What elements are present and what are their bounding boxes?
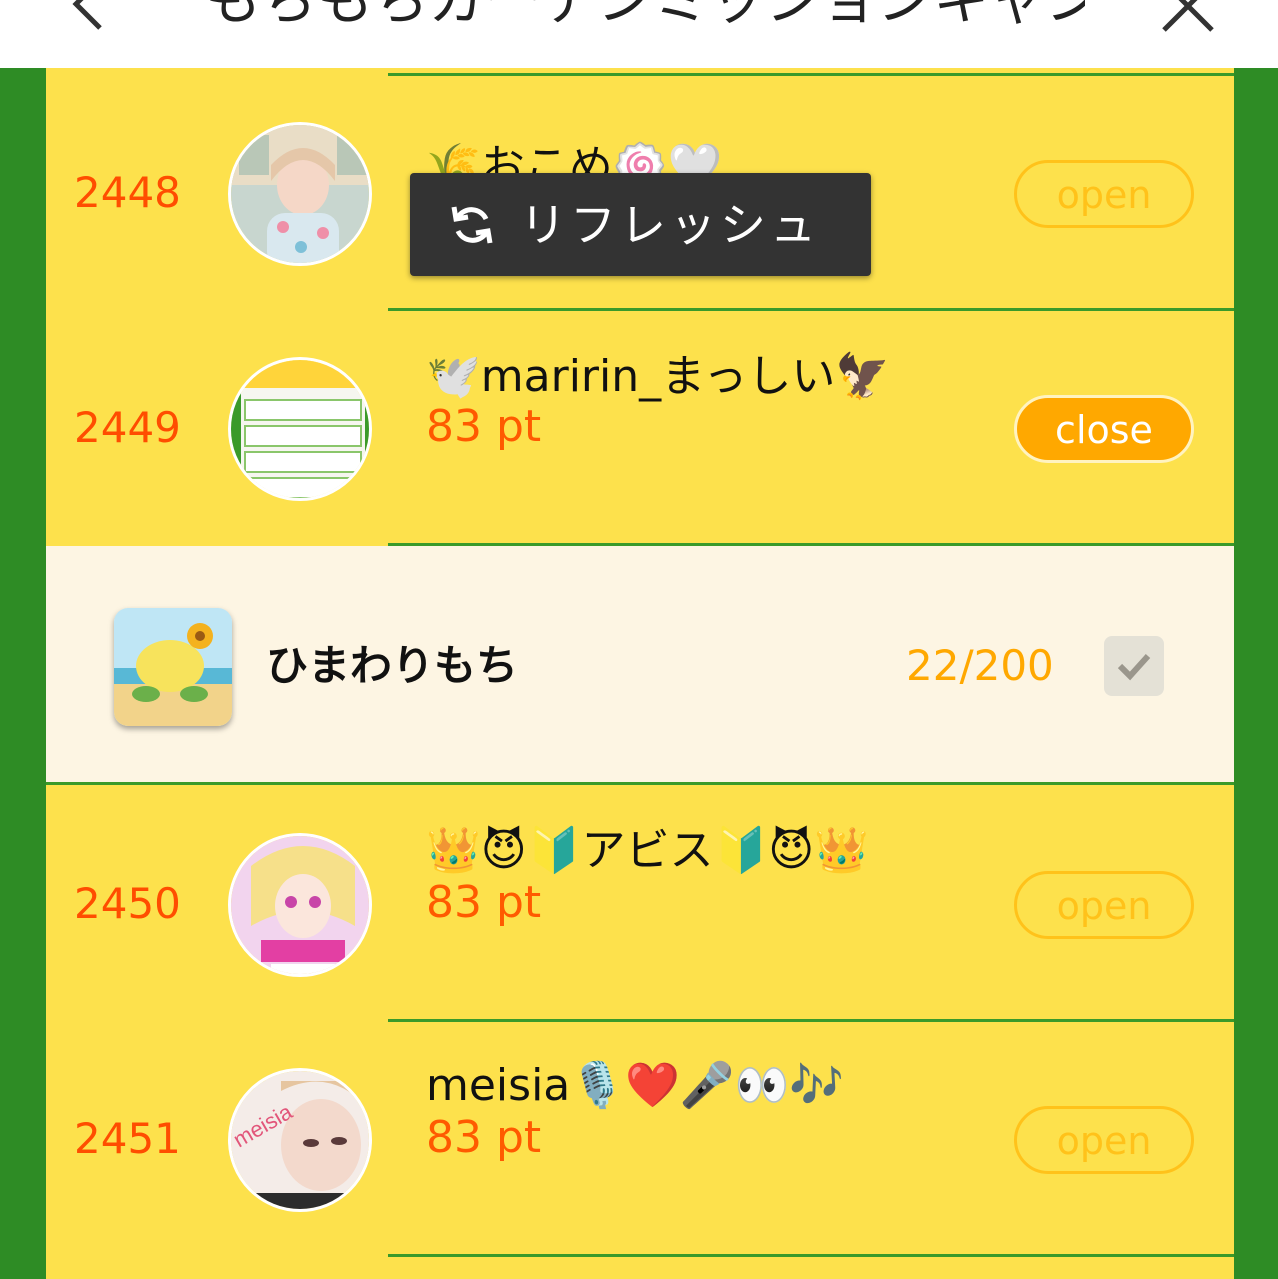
close-button[interactable]: close xyxy=(1014,395,1194,463)
row-divider xyxy=(46,782,1234,785)
rank-number: 2451 xyxy=(74,1114,181,1163)
avatar[interactable]: meisia xyxy=(228,1068,372,1212)
check-icon xyxy=(1117,653,1151,681)
open-button[interactable]: open xyxy=(1014,871,1194,939)
checkbox[interactable] xyxy=(1104,636,1164,696)
header-bar: もちもちガーデンミッションキャンペーン xyxy=(0,0,1278,68)
rank-number: 2450 xyxy=(74,879,181,928)
rank-number: 2448 xyxy=(74,168,181,217)
avatar[interactable] xyxy=(228,833,372,977)
mission-name: ひまわりもち xyxy=(266,641,519,690)
rank-number: 2449 xyxy=(74,403,181,452)
toast-label: リフレッシュ xyxy=(520,198,820,252)
user-name: 🕊️maririn_まっしい🦅 xyxy=(426,351,891,402)
avatar[interactable] xyxy=(228,122,372,266)
ranking-row[interactable]: 2450 👑😈🔰アビス🔰😈👑 83 pt open xyxy=(46,786,1234,1021)
chevron-left-icon[interactable] xyxy=(60,0,120,34)
mission-item[interactable]: ひまわりもち 22/200 xyxy=(46,546,1234,782)
page-title: もちもちガーデンミッションキャンペーン xyxy=(205,0,1085,33)
open-button[interactable]: open xyxy=(1014,1106,1194,1174)
mission-count: 22/200 xyxy=(906,641,1054,690)
close-icon[interactable] xyxy=(1158,0,1218,36)
row-divider xyxy=(388,1254,1234,1257)
mission-thumbnail xyxy=(114,608,232,726)
refresh-toast[interactable]: リフレッシュ xyxy=(410,173,871,276)
user-name: meisia🎙️❤️🎤👀🎶 xyxy=(426,1060,845,1111)
ranking-row[interactable]: 2451 meisia meisia🎙️❤️🎤👀🎶 83 pt open xyxy=(46,1021,1234,1256)
user-points: 83 pt xyxy=(426,1112,542,1163)
open-button[interactable]: open xyxy=(1014,160,1194,228)
user-points: 83 pt xyxy=(426,401,542,452)
avatar[interactable] xyxy=(228,357,372,501)
ranking-row[interactable]: 2449 🕊️maririn_まっしい🦅 83 pt close xyxy=(46,310,1234,545)
user-name: 👑😈🔰アビス🔰😈👑 xyxy=(426,825,869,876)
refresh-icon xyxy=(451,206,493,244)
user-points: 83 pt xyxy=(426,877,542,928)
